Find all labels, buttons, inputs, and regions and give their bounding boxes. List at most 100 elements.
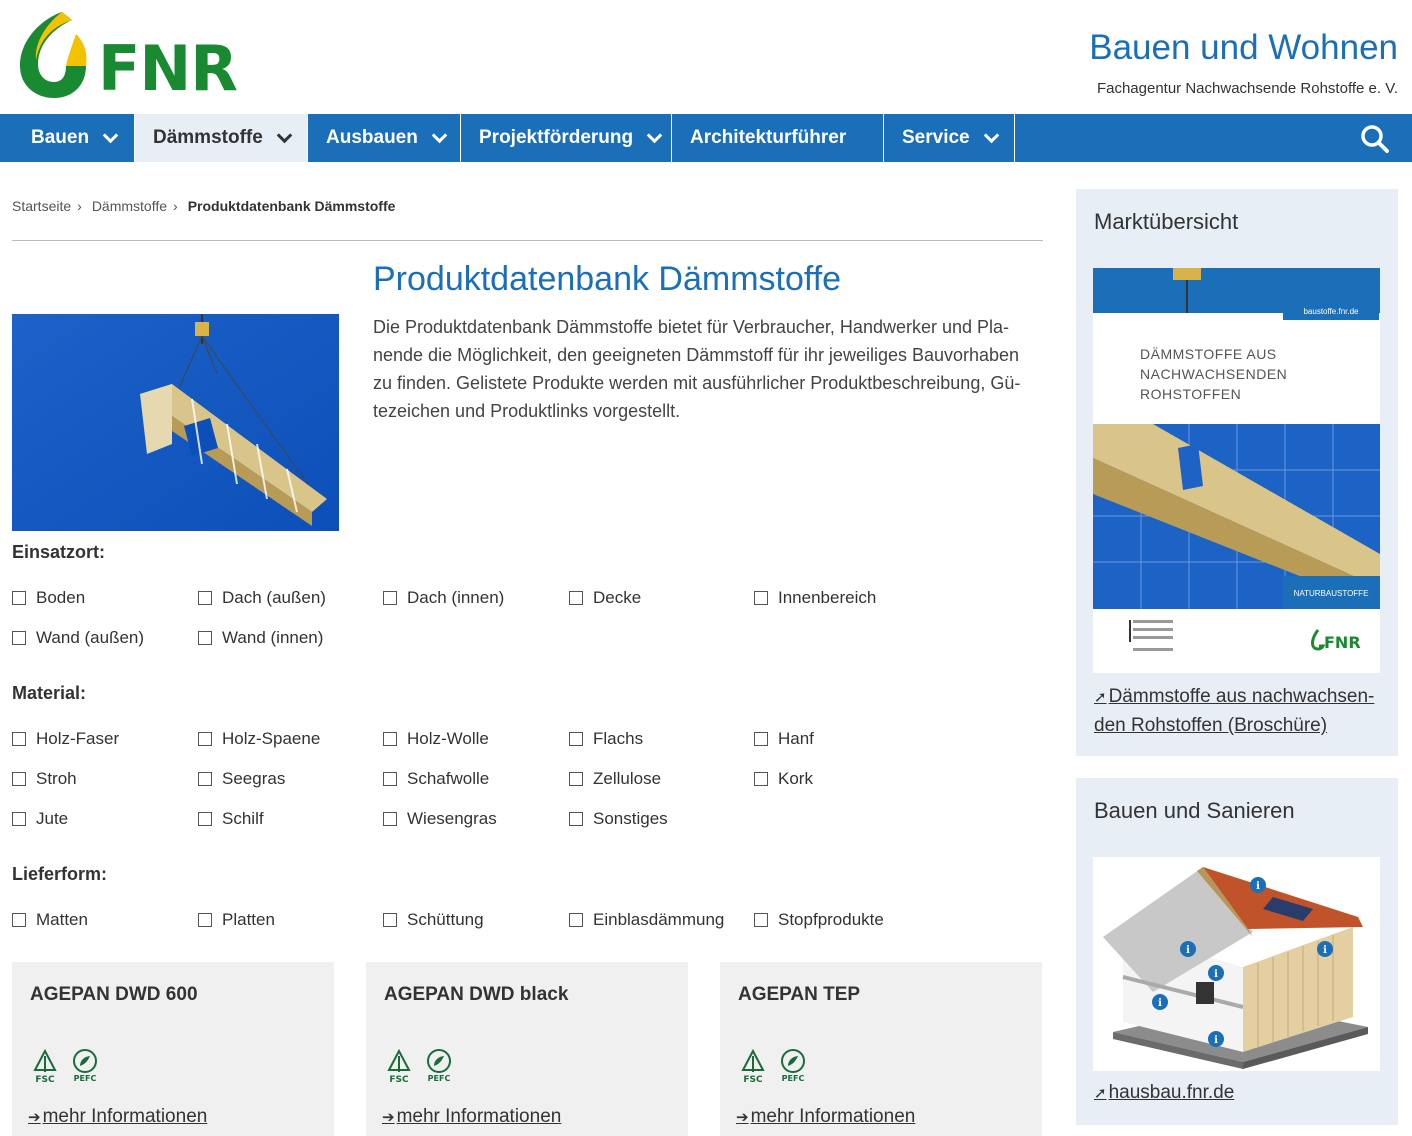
checkbox-seegras[interactable]: Seegras	[198, 768, 285, 790]
checkbox-einblasdaemmung[interactable]: Einblasdämmung	[569, 909, 724, 931]
svg-text:i: i	[1214, 969, 1218, 980]
arrow-right-icon: ➔	[28, 1109, 41, 1126]
checkbox-holz-spaene[interactable]: Holz-Spaene	[198, 728, 320, 750]
arrow-up-right-icon: ➚	[1094, 689, 1107, 706]
cert-label: FSC	[389, 1075, 409, 1084]
more-info-link[interactable]: ➔ mehr Informationen	[382, 1106, 561, 1128]
nav-item-projektfoerderung[interactable]: Projektförderung	[461, 114, 672, 162]
nav-item-daemmstoffe[interactable]: Dämmstoffe	[135, 114, 308, 162]
checkbox-hanf[interactable]: Hanf	[754, 728, 814, 750]
intro-text: Die Produktdatenbank Dämmstoffe bietet f…	[373, 317, 1021, 421]
chevron-down-icon	[646, 127, 663, 143]
nav-item-label: Service	[902, 127, 970, 148]
nav-item-label: Architekturführer	[690, 127, 847, 148]
chevron-down-icon	[431, 127, 448, 143]
breadcrumb: Startseite › Dämmstoffe › Produktdatenbank…	[12, 198, 396, 214]
search-icon	[1361, 125, 1389, 153]
checkbox-stroh[interactable]: Stroh	[12, 768, 77, 790]
fnr-logo[interactable]: FNR	[14, 8, 238, 105]
nav-item-label: Ausbauen	[326, 127, 418, 148]
house-illustration[interactable]: i i i i i i	[1093, 857, 1380, 1071]
cert-logos: FSC PEFC	[736, 1048, 810, 1084]
more-info-link[interactable]: ➔ mehr Informationen	[736, 1106, 915, 1128]
checkbox-decke[interactable]: Decke	[569, 587, 641, 609]
logo-text: FNR	[98, 32, 238, 105]
checkbox-schafwolle[interactable]: Schafwolle	[383, 768, 489, 790]
product-name[interactable]: AGEPAN DWD black	[384, 984, 568, 1006]
checkbox-dach-aussen[interactable]: Dach (außen)	[198, 587, 326, 609]
main-nav: Bauen Dämmstoffe Ausbauen Projektförderu…	[0, 114, 1412, 162]
checkbox-dach-innen[interactable]: Dach (innen)	[383, 587, 504, 609]
brochure-tag: NATURBAUSTOFFE	[1294, 589, 1369, 598]
sidebar-box-marktuebersicht: Marktübersicht baustoffe.fnr.de DÄMMSTOF…	[1076, 189, 1398, 756]
filter-group-label: Lieferform:	[12, 864, 108, 884]
nav-item-ausbauen[interactable]: Ausbauen	[308, 114, 461, 162]
arrow-right-icon: ➔	[736, 1109, 749, 1126]
fsc-logo-icon: FSC	[33, 1048, 57, 1084]
nav-item-architekturfuehrer[interactable]: Architekturführer	[672, 114, 884, 162]
product-name[interactable]: AGEPAN TEP	[738, 984, 860, 1006]
pefc-logo-icon: PEFC	[781, 1049, 805, 1083]
checkbox-flachs[interactable]: Flachs	[569, 728, 643, 750]
checkbox-boden[interactable]: Boden	[12, 587, 85, 609]
hero-image	[12, 314, 339, 531]
cert-logos: FSC PEFC	[28, 1048, 102, 1084]
svg-text:i: i	[1158, 998, 1162, 1009]
breadcrumb-item[interactable]: Dämmstoffe	[92, 198, 167, 214]
svg-text:i: i	[1256, 881, 1260, 892]
product-card: AGEPAN TEP FSC PEFC ➔ mehr Informationen	[720, 962, 1042, 1136]
more-info-link[interactable]: ➔ mehr Informationen	[28, 1106, 207, 1128]
checkbox-schilf[interactable]: Schilf	[198, 808, 264, 830]
chevron-down-icon	[983, 127, 999, 143]
checkbox-matten[interactable]: Matten	[12, 909, 88, 931]
checkbox-platten[interactable]: Platten	[198, 909, 275, 931]
svg-text:i: i	[1214, 1035, 1218, 1046]
svg-text:i: i	[1186, 945, 1190, 956]
sidebar-title: Bauen und Sanieren	[1094, 798, 1295, 823]
checkbox-kork[interactable]: Kork	[754, 768, 813, 790]
hausbau-link[interactable]: ➚ hausbau.fnr.de	[1094, 1079, 1234, 1108]
fsc-logo-icon: FSC	[387, 1048, 411, 1084]
product-card: AGEPAN DWD black FSC PEFC ➔ mehr Informat…	[366, 962, 688, 1136]
checkbox-holz-wolle[interactable]: Holz-Wolle	[383, 728, 489, 750]
cert-label: PEFC	[74, 1074, 97, 1083]
fnr-swirl-icon	[20, 12, 87, 98]
search-button[interactable]	[1360, 124, 1390, 154]
filter-group-label: Einsatzort:	[12, 542, 106, 562]
arrow-up-right-icon: ➚	[1094, 1085, 1107, 1102]
brochure-logo: FNR	[1324, 633, 1361, 652]
checkbox-wiesengras[interactable]: Wiesengras	[383, 808, 497, 830]
checkbox-jute[interactable]: Jute	[12, 808, 68, 830]
brochure-heading: DÄMMSTOFFE AUS	[1140, 346, 1277, 362]
nav-item-label: Projektförderung	[479, 127, 634, 148]
brochure-link[interactable]: ➚ Dämmstoffe aus nachwachsen­den Rohstoff…	[1094, 683, 1384, 740]
nav-item-bauen[interactable]: Bauen	[13, 114, 135, 162]
cert-label: FSC	[35, 1075, 55, 1084]
brochure-cover[interactable]: baustoffe.fnr.de DÄMMSTOFFE AUS NACHWACH…	[1093, 268, 1380, 673]
product-name[interactable]: AGEPAN DWD 600	[30, 984, 198, 1006]
checkbox-zellulose[interactable]: Zellulose	[569, 768, 661, 790]
checkbox-stopfprodukte[interactable]: Stopfprodukte	[754, 909, 884, 931]
site-subtitle: Fachagentur Nachwachsende Rohstoffe e. V…	[1096, 80, 1398, 97]
fsc-logo-icon: FSC	[741, 1048, 765, 1084]
cert-label: PEFC	[428, 1074, 451, 1083]
sidebar-title: Marktübersicht	[1094, 209, 1239, 234]
brochure-url-tag: baustoffe.fnr.de	[1303, 307, 1359, 316]
cert-label: PEFC	[782, 1074, 805, 1083]
page-title: Produktdatenbank Dämmstoffe	[373, 260, 842, 298]
brochure-heading: ROHSTOFFEN	[1140, 386, 1241, 402]
nav-item-label: Bauen	[31, 127, 90, 148]
checkbox-wand-aussen[interactable]: Wand (außen)	[12, 627, 144, 649]
chevron-down-icon	[102, 127, 119, 143]
nav-item-service[interactable]: Service	[884, 114, 1015, 162]
filter-group-label: Material:	[12, 683, 87, 703]
checkbox-sonstiges[interactable]: Sonstiges	[569, 808, 668, 830]
checkbox-innenbereich[interactable]: Innenbereich	[754, 587, 876, 609]
checkbox-schuettung[interactable]: Schüttung	[383, 909, 484, 931]
divider	[12, 240, 1043, 241]
site-title[interactable]: Bauen und Wohnen	[1089, 28, 1398, 68]
checkbox-holz-faser[interactable]: Holz-Faser	[12, 728, 119, 750]
checkbox-wand-innen[interactable]: Wand (innen)	[198, 627, 323, 649]
breadcrumb-item[interactable]: Startseite	[12, 198, 71, 214]
arrow-right-icon: ➔	[382, 1109, 395, 1126]
